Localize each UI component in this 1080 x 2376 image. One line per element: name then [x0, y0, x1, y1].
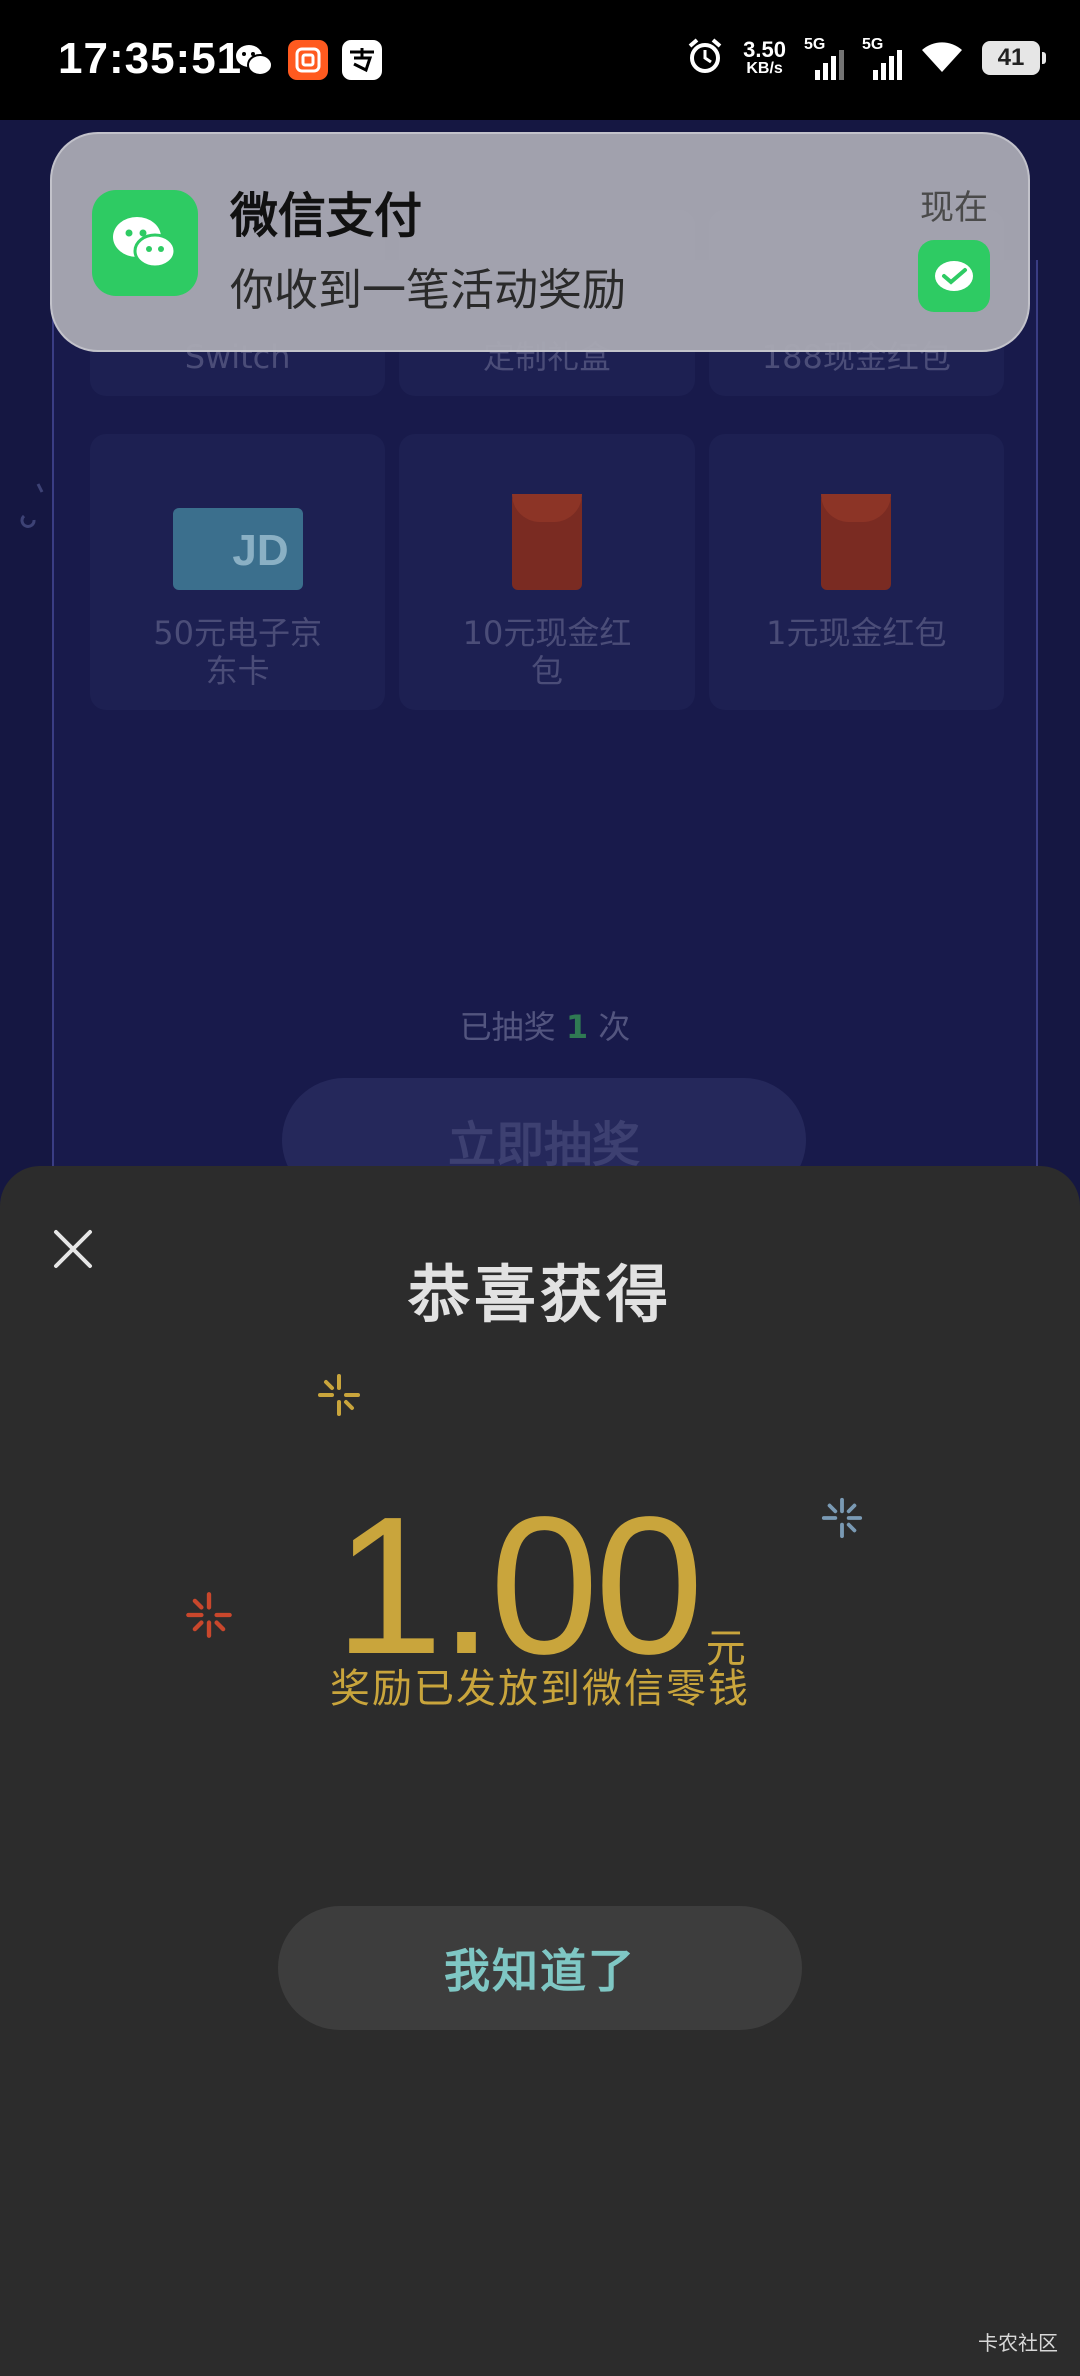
status-right: 3.50 KB/s 5G 5G 41 — [685, 36, 1046, 80]
reward-amount: 1.00 元 — [0, 1466, 1080, 1695]
orange-app-icon — [288, 40, 328, 80]
notification-time: 现在 — [920, 188, 988, 228]
prize-name: 50元电子京东卡 — [153, 614, 323, 690]
sparkle-icon — [318, 1374, 360, 1416]
wifi-icon — [920, 38, 964, 78]
red-envelope-image — [821, 494, 892, 590]
battery-indicator: 41 — [982, 41, 1046, 75]
notification-title: 微信支付 — [230, 188, 423, 244]
jd-card-image — [172, 508, 303, 590]
cell-signal-1: 5G — [804, 36, 844, 80]
clock: 17:35:51 — [58, 34, 243, 83]
wechat-icon — [234, 40, 274, 80]
white-app-icon — [342, 40, 382, 80]
amount-value: 1.00 — [334, 1476, 703, 1695]
red-envelope-image — [511, 494, 582, 590]
prize-item: 10元现金红包 — [399, 434, 695, 710]
decorative-sparkle-icon — [20, 483, 44, 528]
wechat-pay-icon — [918, 240, 990, 312]
prize-name: 1元现金红包 — [766, 614, 947, 652]
cell-signal-2: 5G — [862, 36, 902, 80]
network-speed: 3.50 KB/s — [743, 37, 786, 77]
sheet-title: 恭喜获得 — [407, 1258, 672, 1331]
prize-name: 10元现金红包 — [462, 614, 632, 690]
prize-item: 50元电子京东卡 — [90, 434, 386, 710]
alarm-icon — [685, 36, 725, 80]
notification-icons — [234, 40, 382, 80]
wechat-pay-notification[interactable]: 微信支付 你收到一笔活动奖励 现在 — [50, 132, 1030, 352]
draw-count-text: 已抽奖 1 次 — [459, 1008, 631, 1046]
wechat-icon — [92, 190, 198, 296]
reward-sheet: 恭喜获得 1.00 元 奖励已发放到微信零钱 我知道了 — [0, 1166, 1080, 2376]
notification-message: 你收到一笔活动奖励 — [230, 265, 626, 316]
status-bar: 17:35:51 3.50 KB/s 5G 5G 41 — [0, 0, 1080, 120]
prize-panel: Switch 定制礼盒 188现金红包 50元电子京东卡 10元现金红包 1元现… — [52, 210, 1038, 1280]
prize-item: 1元现金红包 — [708, 434, 1004, 710]
reward-note: 奖励已发放到微信零钱 — [330, 1666, 750, 1712]
watermark: 卡农社区 — [978, 2331, 1058, 2355]
got-it-button[interactable]: 我知道了 — [278, 1906, 802, 2030]
